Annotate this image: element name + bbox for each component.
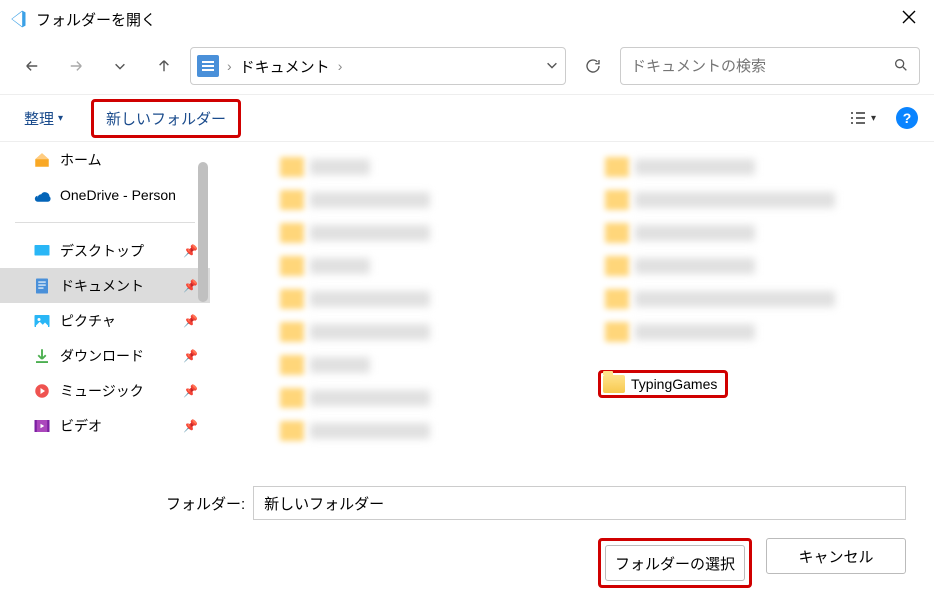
close-button[interactable] <box>892 6 926 33</box>
blurred-column <box>605 150 885 348</box>
sidebar-divider <box>15 222 195 223</box>
history-dropdown[interactable] <box>102 48 138 84</box>
new-folder-highlight: 新しいフォルダー <box>91 99 241 138</box>
scrollbar-thumb[interactable] <box>198 162 208 302</box>
sidebar-item-label: ドキュメント <box>60 276 144 296</box>
sidebar-item-documents[interactable]: ドキュメント 📌 <box>0 268 210 303</box>
new-folder-button[interactable]: 新しいフォルダー <box>98 104 234 133</box>
sidebar-item-downloads[interactable]: ダウンロード 📌 <box>0 338 210 373</box>
refresh-button[interactable] <box>574 47 612 85</box>
select-folder-button[interactable]: フォルダーの選択 <box>605 545 745 581</box>
search-box[interactable] <box>620 47 920 85</box>
folder-icon <box>603 375 625 393</box>
help-button[interactable]: ? <box>896 107 918 129</box>
sidebar-item-desktop[interactable]: デスクトップ 📌 <box>0 233 210 268</box>
breadcrumb-sep: › <box>227 58 232 74</box>
up-button[interactable] <box>146 48 182 84</box>
sidebar-item-label: ホーム <box>60 150 102 170</box>
documents-icon <box>197 55 219 77</box>
downloads-icon <box>32 346 52 366</box>
select-folder-highlight: フォルダーの選択 <box>598 538 752 588</box>
blurred-column <box>280 150 560 447</box>
organize-button[interactable]: 整理▾ <box>16 104 71 133</box>
onedrive-icon <box>32 185 52 205</box>
typing-games-highlight: TypingGames <box>598 370 728 398</box>
breadcrumb-current[interactable]: ドキュメント <box>240 56 330 77</box>
folder-label[interactable]: TypingGames <box>631 376 723 392</box>
sidebar-item-home[interactable]: ホーム <box>0 142 210 177</box>
pictures-icon <box>32 311 52 331</box>
sidebar-item-label: OneDrive - Person <box>60 187 176 203</box>
sidebar-item-label: ダウンロード <box>60 346 144 366</box>
videos-icon <box>32 416 52 436</box>
sidebar-item-pictures[interactable]: ピクチャ 📌 <box>0 303 210 338</box>
nav-sidebar: ホーム OneDrive - Person デスクトップ 📌 ドキュメント 📌 … <box>0 142 210 472</box>
main-area: ホーム OneDrive - Person デスクトップ 📌 ドキュメント 📌 … <box>0 142 934 472</box>
vscode-icon <box>8 9 28 29</box>
sidebar-item-onedrive[interactable]: OneDrive - Person <box>0 177 210 212</box>
sidebar-item-label: ビデオ <box>60 416 102 436</box>
search-icon <box>893 57 909 76</box>
sidebar-item-label: デスクトップ <box>60 241 144 261</box>
sidebar-item-videos[interactable]: ビデオ 📌 <box>0 408 210 443</box>
music-icon <box>32 381 52 401</box>
desktop-icon <box>32 241 52 261</box>
documents-icon <box>32 276 52 296</box>
nav-row: › ドキュメント › <box>14 46 920 86</box>
sidebar-scrollbar[interactable] <box>196 152 210 462</box>
cancel-button[interactable]: キャンセル <box>766 538 906 574</box>
address-dropdown[interactable] <box>545 58 559 75</box>
sidebar-item-label: ピクチャ <box>60 311 116 331</box>
titlebar: フォルダーを開く <box>0 0 934 38</box>
window-title: フォルダーを開く <box>36 9 156 30</box>
sidebar-item-label: ミュージック <box>60 381 144 401</box>
file-list[interactable]: TypingGames <box>210 142 934 472</box>
footer: フォルダー: 新しいフォルダー フォルダーの選択 キャンセル <box>0 472 934 602</box>
breadcrumb-sep: › <box>338 58 343 74</box>
back-button[interactable] <box>14 48 50 84</box>
toolbar: 整理▾ 新しいフォルダー ▾ ? <box>0 94 934 142</box>
home-icon <box>32 150 52 170</box>
folder-name-input[interactable]: 新しいフォルダー <box>253 486 906 520</box>
search-input[interactable] <box>631 58 893 75</box>
view-button[interactable]: ▾ <box>841 105 884 131</box>
sidebar-item-music[interactable]: ミュージック 📌 <box>0 373 210 408</box>
forward-button[interactable] <box>58 48 94 84</box>
folder-field-label: フォルダー: <box>16 493 245 514</box>
address-bar[interactable]: › ドキュメント › <box>190 47 566 85</box>
